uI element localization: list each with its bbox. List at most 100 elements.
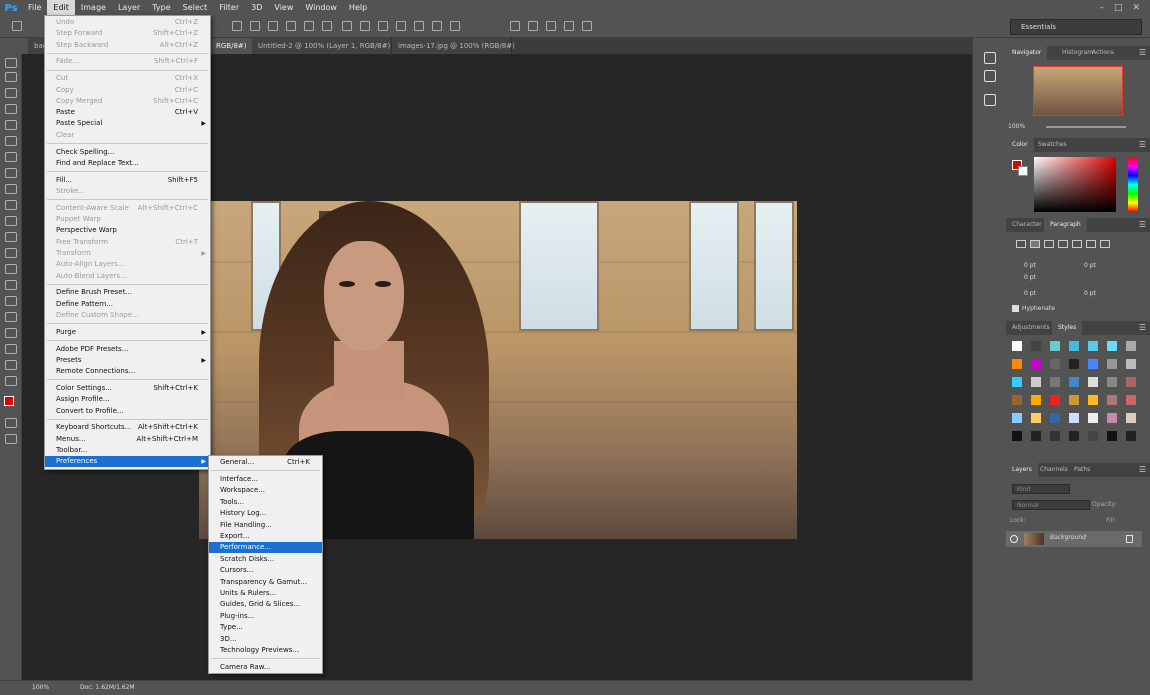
tab-swatches[interactable]: Swatches [1032,138,1073,152]
style-swatch[interactable] [1107,431,1117,441]
edit-menu-item[interactable]: Check Spelling... [45,147,210,158]
preferences-menu-item[interactable]: History Log... [209,508,322,519]
style-swatch[interactable] [1088,395,1098,405]
tab-actions[interactable]: Actions [1086,46,1120,60]
style-swatch[interactable] [1069,377,1079,387]
preferences-menu-item[interactable]: Technology Previews... [209,645,322,656]
style-swatch[interactable] [1107,377,1117,387]
style-swatch[interactable] [1069,413,1079,423]
preferences-menu-item[interactable]: Interface... [209,474,322,485]
style-swatch[interactable] [1126,359,1136,369]
preferences-menu-item[interactable]: Type... [209,622,322,633]
style-swatch[interactable] [1069,395,1079,405]
blur-tool-icon[interactable] [5,248,17,258]
space-after-field[interactable]: 0 pt [1084,290,1096,297]
panel-menu-icon[interactable]: ☰ [1139,323,1146,332]
edit-menu-item[interactable]: Toolbar... [45,445,210,456]
panel-menu-icon[interactable]: ☰ [1139,140,1146,149]
edit-menu-item[interactable]: Paste Ctrl+V [45,107,210,118]
blend-mode-select[interactable]: Normal [1012,500,1090,510]
style-swatch[interactable] [1031,431,1041,441]
space-before-field[interactable]: 0 pt [1024,290,1036,297]
edit-menu-item[interactable]: Puppet Warp [45,214,210,225]
edit-menu-item[interactable]: Assign Profile... [45,394,210,405]
marquee-tool-icon[interactable] [5,72,17,82]
edit-menu-item[interactable]: Adobe PDF Presets... [45,344,210,355]
navigator-thumbnail[interactable] [1033,66,1123,116]
layer-visibility-eye-icon[interactable] [1010,535,1018,543]
preferences-menu-item[interactable]: Workspace... [209,485,322,496]
edit-menu-item[interactable]: Presets ▶ [45,355,210,366]
edit-menu-item[interactable]: Color Settings... Shift+Ctrl+K [45,383,210,394]
navigator-zoom-slider[interactable] [1046,126,1126,128]
style-swatch[interactable] [1107,395,1117,405]
style-swatch[interactable] [1107,413,1117,423]
screen-mode-icon[interactable] [5,434,17,444]
brush-tool-icon[interactable] [5,168,17,178]
style-swatch[interactable] [1107,359,1117,369]
style-swatch[interactable] [1012,359,1022,369]
crop-tool-icon[interactable] [5,120,17,130]
preferences-menu-item[interactable]: Camera Raw... [209,662,322,673]
edit-menu-item[interactable]: Clear [45,130,210,141]
preferences-menu-item[interactable]: Performance... [209,542,322,554]
style-swatch[interactable] [1069,341,1079,351]
style-swatch[interactable] [1012,341,1022,351]
preferences-menu-item[interactable]: File Handling... [209,520,322,531]
menu-edit[interactable]: Edit [47,0,75,16]
tab-document[interactable]: images-17.jpg @ 100% (RGB/8#) [392,38,515,54]
style-swatch[interactable] [1088,413,1098,423]
edit-menu-item[interactable]: Paste Special ▶ [45,118,210,129]
align-center-text-icon[interactable] [1030,240,1040,248]
edit-menu-item[interactable]: Undo Ctrl+Z [45,17,210,28]
minimize-icon[interactable]: – [1099,3,1104,13]
quick-mask-icon[interactable] [5,418,17,428]
edit-menu-item[interactable]: Cut Ctrl+X [45,73,210,84]
edit-menu-item[interactable]: Define Brush Preset... [45,287,210,298]
distribute-icon[interactable] [360,21,370,31]
style-swatch[interactable] [1012,413,1022,423]
layer-row-background[interactable]: Background [1006,531,1142,547]
align-top-icon[interactable] [232,21,242,31]
indent-first-line-field[interactable]: 0 pt [1024,274,1036,281]
menu-view[interactable]: View [268,0,299,16]
hyphenate-checkbox[interactable] [1012,305,1019,312]
gradient-tool-icon[interactable] [5,232,17,242]
style-swatch[interactable] [1050,413,1060,423]
edit-menu-item[interactable]: Keyboard Shortcuts... Alt+Shift+Ctrl+K [45,422,210,433]
edit-menu-item[interactable]: Copy Merged Shift+Ctrl+C [45,96,210,107]
style-swatch[interactable] [1050,359,1060,369]
edit-menu-item[interactable]: Define Custom Shape... [45,310,210,321]
style-swatch[interactable] [1050,341,1060,351]
menu-image[interactable]: Image [75,0,112,16]
distribute-icon[interactable] [342,21,352,31]
3d-orbit-icon[interactable] [510,21,520,31]
dodge-tool-icon[interactable] [5,264,17,274]
auto-align-icon[interactable] [450,21,460,31]
history-panel-icon[interactable] [984,52,996,64]
preferences-menu-item[interactable]: General... Ctrl+K [209,457,322,468]
preferences-menu-item[interactable]: Cursors... [209,565,322,576]
tab-paths[interactable]: Paths [1068,463,1096,477]
zoom-tool-icon[interactable] [5,360,17,370]
justify-last-center-icon[interactable] [1072,240,1082,248]
style-swatch[interactable] [1050,377,1060,387]
move-tool-icon[interactable] [5,58,17,68]
3d-scale-icon[interactable] [582,21,592,31]
menu-3d[interactable]: 3D [245,0,268,16]
edit-menu-item[interactable]: Free Transform Ctrl+T [45,237,210,248]
type-tool-icon[interactable] [5,296,17,306]
edit-menu-item[interactable]: Convert to Profile... [45,406,210,417]
pen-tool-icon[interactable] [5,280,17,290]
tab-character[interactable]: Character [1006,218,1048,232]
style-swatch[interactable] [1031,377,1041,387]
preferences-menu-item[interactable]: Scratch Disks... [209,554,322,565]
workspace-switcher[interactable]: Essentials [1010,19,1142,35]
layer-filter-kind[interactable]: Kind [1012,484,1070,494]
navigator-zoom-value[interactable]: 100% [1008,123,1025,130]
style-swatch[interactable] [1031,395,1041,405]
3d-slide-icon[interactable] [564,21,574,31]
edit-menu-item[interactable]: Content-Aware Scale Alt+Shift+Ctrl+C [45,203,210,214]
style-swatch[interactable] [1126,395,1136,405]
quick-select-tool-icon[interactable] [5,104,17,114]
